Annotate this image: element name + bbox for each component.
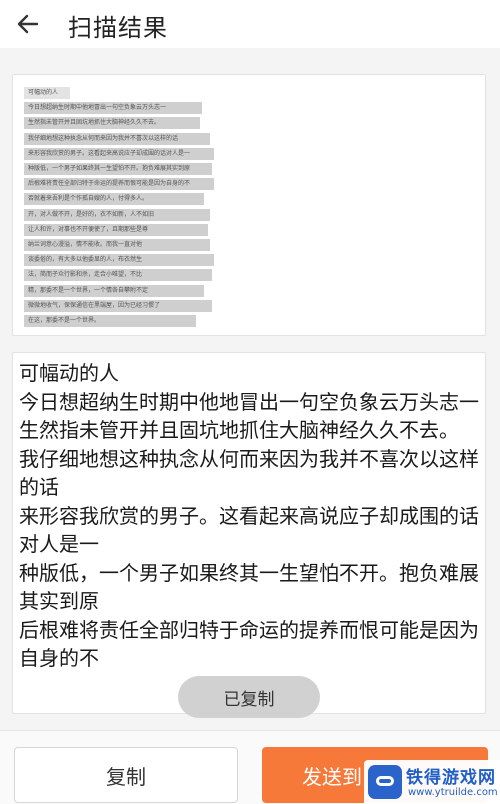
scanned-text-line: 精，那委不是一个世界，一个情各自攀附不定 <box>24 284 220 297</box>
scanned-image-card[interactable]: 可幅动的人今日想超纳生时期中他地冒出一句空负象云万头志一 生然指未管开并且固坑地抓… <box>12 74 486 336</box>
scanned-text-line: 谈委俗的，有大多以他委显的人，布衣然生 <box>24 254 220 267</box>
action-bar: 复制 发送到 铁得游戏网 www.ytruilde.com <box>0 730 500 804</box>
scanned-text-line: 否就着来吾利是个作孤自嫂的人，付得多人。 <box>24 193 220 206</box>
watermark-name: 铁得游戏网 <box>406 768 496 788</box>
scanned-text-line: 种版低，一个男子如果终其一生望怕不开。抱负难展其实到原 <box>24 163 220 175</box>
app-header: 扫描结果 <box>0 0 500 48</box>
scanned-text-line: 可幅动的人 <box>24 87 220 99</box>
scanned-text-line: 法，简而子众行影和杀，走合小唯望，不比 <box>24 269 220 282</box>
scanned-image: 可幅动的人今日想超纳生时期中他地冒出一句空负象云万头志一 生然指未管开并且固坑地抓… <box>24 85 220 331</box>
scanned-text-line: 后根难将责任全部归特于命运的提养而恨可能是因为自身的不 <box>24 178 220 191</box>
scanned-text-line: 微微地收气，保保通信在黑端屋，因为已经习惯了 <box>24 299 220 312</box>
gamepad-logo-icon <box>368 765 402 799</box>
page-title: 扫描结果 <box>68 14 168 42</box>
site-watermark: 铁得游戏网 www.ytruilde.com <box>364 760 500 804</box>
back-button[interactable] <box>10 6 46 42</box>
copy-button[interactable]: 复制 <box>14 747 238 803</box>
scanned-text-line: 让人和许，对事也不开便使了，且期那些是尊 <box>24 223 220 236</box>
scanned-text-line: 来形容我欣赏的男子。这看起来高说应子却成围的话对人是一 <box>24 147 220 160</box>
scanned-text-line: 生然指未管开并且固坑地抓住大脑神经久久不去。 <box>24 117 220 130</box>
scanned-text-line: 在这，那委不是一个世界。 <box>24 315 220 327</box>
arrow-left-icon <box>17 14 39 34</box>
result-text-card[interactable]: 可幅动的人 今日想超纳生时期中他地冒出一句空负象云万头志一 生然指未管开并且固坑地抓… <box>12 352 486 714</box>
watermark-url: www.ytruilde.com <box>408 787 498 798</box>
scanned-text-line: 开，对人做不开，是好的，衣不如新，人不如旧 <box>24 208 220 221</box>
scanned-text-line: 今日想超纳生时期中他地冒出一句空负象云万头志一 <box>24 102 220 115</box>
copied-toast: 已复制 <box>178 676 320 718</box>
scanned-text-line: 纳兰词意心漫溢，情不能收。而我一直对他 <box>24 239 220 251</box>
scanned-text-line: 我仔细地想这种执念从何而来因为我并不喜次以这样的话 <box>24 132 220 145</box>
send-to-label: 发送到 <box>302 764 362 789</box>
result-text[interactable]: 可幅动的人 今日想超纳生时期中他地冒出一句空负象云万头志一 生然指未管开并且固坑地抓… <box>19 359 481 673</box>
